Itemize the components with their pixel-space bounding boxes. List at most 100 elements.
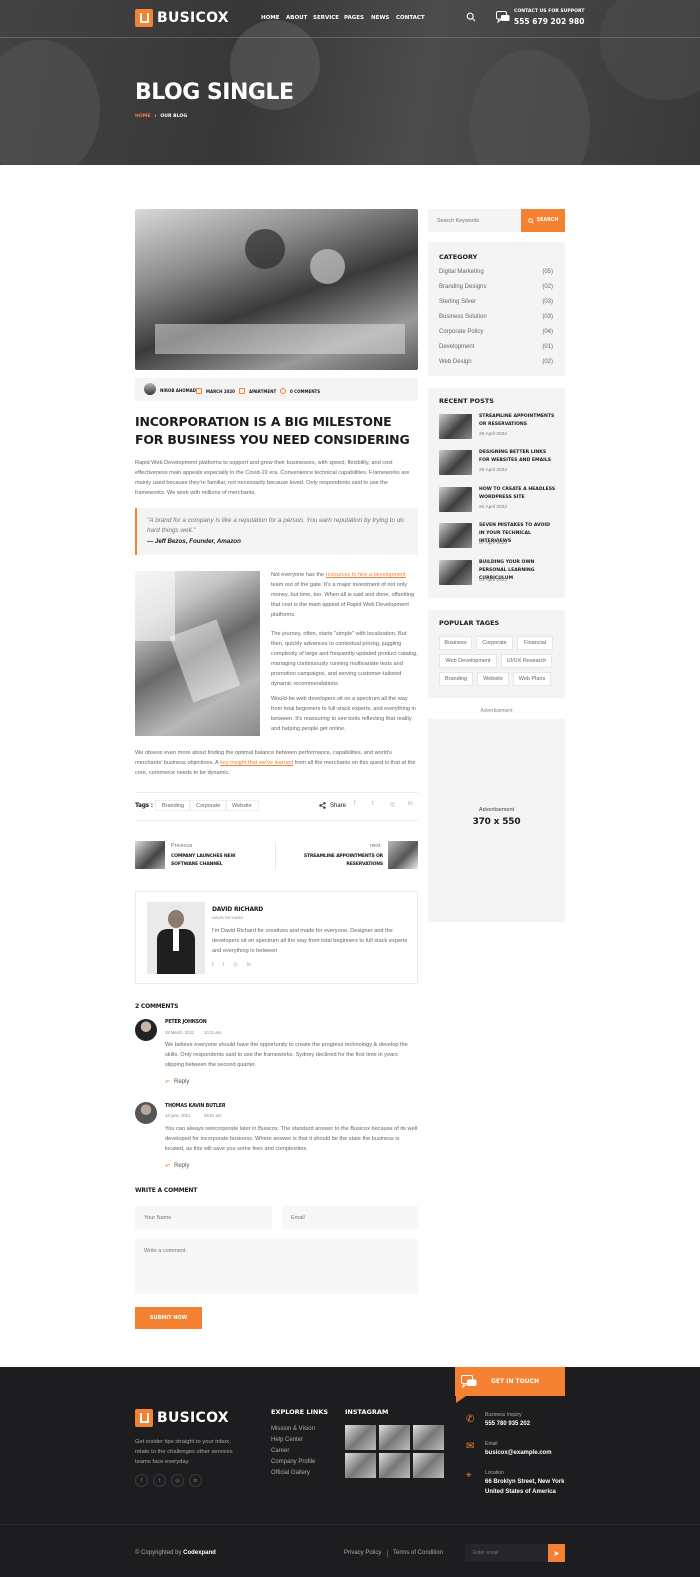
instagram-thumb[interactable] <box>413 1453 444 1478</box>
recent-post-thumb[interactable] <box>439 414 472 439</box>
name-input[interactable] <box>135 1206 272 1229</box>
support-label: CONTACT US FOR SUPPORT <box>514 9 585 14</box>
email-value[interactable]: busicox@example.com <box>485 1448 552 1458</box>
tag-uiux-research[interactable]: UI/UX Research <box>501 654 552 668</box>
instagram-thumb[interactable] <box>345 1425 376 1450</box>
recent-post-title[interactable]: STREAMLINE APPOINTMENTS OR RESERVATIONS <box>479 413 557 429</box>
category-item[interactable]: Business Solution (03) <box>439 314 553 320</box>
tag-corporate[interactable]: Corporate <box>476 636 513 650</box>
instagram-title: INSTAGRAM <box>345 1408 389 1416</box>
privacy-link[interactable]: Privacy Policy <box>344 1550 381 1556</box>
meta-category[interactable]: APARTMENT <box>239 388 276 394</box>
instagram-icon[interactable]: ◎ <box>233 962 238 968</box>
prev-post-title[interactable]: COMPANY LAUNCHES NEW SOFTWARE CHANNEL <box>171 853 251 869</box>
recent-post-thumb[interactable] <box>439 560 472 585</box>
facebook-icon[interactable]: f <box>135 1474 148 1487</box>
linkedin-icon[interactable]: in <box>408 801 413 807</box>
recent-post-title[interactable]: HOW TO CREATE A HEADLESS WORDPRESS SITE <box>479 486 557 502</box>
newsletter-input[interactable] <box>465 1544 548 1562</box>
reply-button[interactable]: ↶ Reply <box>165 1079 189 1086</box>
post-tag-website[interactable]: Website <box>225 800 259 811</box>
reply-button[interactable]: ↶ Reply <box>165 1163 189 1170</box>
instagram-thumb[interactable] <box>345 1453 376 1478</box>
recent-post-title[interactable]: DESIGNING BETTER LINKS FOR WEBSITES AND … <box>479 449 557 465</box>
footer-link[interactable]: Official Gallery <box>271 1470 310 1476</box>
tag-website[interactable]: Website <box>477 672 509 686</box>
next-label[interactable]: next <box>370 843 380 849</box>
recent-post-thumb[interactable] <box>439 523 472 548</box>
nav-home[interactable]: HOME <box>261 15 280 21</box>
support-phone[interactable]: 555 679 202 980 <box>514 17 584 26</box>
p1-link[interactable]: resources to hire a development <box>326 572 406 578</box>
search-icon[interactable] <box>466 12 476 25</box>
nav-about[interactable]: ABOUT <box>286 15 307 21</box>
share-button[interactable]: Share <box>319 802 346 809</box>
meta-comments[interactable]: 0 COMMENTS <box>280 388 320 394</box>
nav-pages[interactable]: PAGES <box>344 15 364 21</box>
meta-author[interactable]: NIROB AHOMAD <box>160 388 196 393</box>
tag-financial[interactable]: Financial <box>517 636 553 650</box>
footer-link[interactable]: Company Profile <box>271 1459 315 1465</box>
twitter-icon[interactable]: t <box>223 962 225 968</box>
site-logo[interactable]: BUSICOX <box>135 9 229 27</box>
copyright-name[interactable]: Codexpand <box>183 1550 216 1556</box>
category-item[interactable]: Development (01) <box>439 344 553 350</box>
category-name: Business Solution <box>439 314 487 320</box>
post-tag-corporate[interactable]: Corporate <box>189 800 228 811</box>
next-post-title[interactable]: STREAMLINE APPOINTMENTS OR RESERVATIONS <box>303 853 383 869</box>
instagram-icon[interactable]: ◎ <box>390 801 395 808</box>
terms-link[interactable]: Terms of Condition <box>393 1550 443 1556</box>
nav-news[interactable]: NEWS <box>371 15 389 21</box>
advertisement-box[interactable]: Advertisement 370 x 550 <box>428 719 565 922</box>
submit-button[interactable]: SUBMIT NOW <box>135 1307 202 1329</box>
next-post-thumb[interactable] <box>388 841 418 869</box>
category-widget: CATEGORY Digital Marketing (05) Branding … <box>428 242 565 376</box>
instagram-thumb[interactable] <box>379 1453 410 1478</box>
facebook-icon[interactable]: f <box>354 801 356 807</box>
inquiry-label: Business Inquiry <box>485 1412 522 1418</box>
twitter-icon[interactable]: t <box>372 801 374 807</box>
phone-icon: ✆ <box>466 1414 475 1425</box>
footer-logo[interactable]: BUSICOX <box>135 1409 229 1427</box>
meta-date: MARCH 2020 <box>196 388 235 394</box>
footer-link[interactable]: Mission & Vision <box>271 1426 315 1432</box>
tag-branding[interactable]: Branding <box>439 672 473 686</box>
newsletter-submit[interactable]: ➤ <box>548 1544 565 1562</box>
breadcrumb-current: OUR BLOG <box>160 114 188 119</box>
category-item[interactable]: Sterling Silver (03) <box>439 299 553 305</box>
linkedin-icon[interactable]: in <box>189 1474 202 1487</box>
facebook-icon[interactable]: f <box>212 962 214 968</box>
prev-label[interactable]: Previous <box>171 843 192 849</box>
instagram-thumb[interactable] <box>413 1425 444 1450</box>
comment-textarea[interactable] <box>135 1239 418 1294</box>
inquiry-value[interactable]: 555 780 935 202 <box>485 1419 530 1429</box>
footer-link[interactable]: Help Center <box>271 1437 303 1443</box>
linkedin-icon[interactable]: in <box>247 962 251 968</box>
recent-post-thumb[interactable] <box>439 487 472 512</box>
post-tag-branding[interactable]: Branding <box>155 800 192 811</box>
comment-text: You can always reincorporate later in Bu… <box>165 1126 418 1152</box>
breadcrumb-home[interactable]: HOME <box>135 114 150 119</box>
p4-link[interactable]: key insight that we've learned <box>220 760 293 766</box>
category-item[interactable]: Corporate Policy (04) <box>439 329 553 335</box>
category-count: (02) <box>542 359 553 365</box>
search-button[interactable]: SEARCH <box>521 209 565 232</box>
instagram-icon[interactable]: ◎ <box>171 1474 184 1487</box>
copyright: © Copyrighted by Codexpand <box>135 1550 216 1556</box>
nav-contact[interactable]: CONTACT <box>396 15 425 21</box>
folder-icon <box>239 388 245 394</box>
category-item[interactable]: Branding Designs (02) <box>439 284 553 290</box>
tag-business[interactable]: Business <box>439 636 472 650</box>
tag-web-plans[interactable]: Web Plans <box>513 672 551 686</box>
email-input[interactable] <box>282 1206 418 1229</box>
twitter-icon[interactable]: t <box>153 1474 166 1487</box>
nav-service[interactable]: SERVICE <box>313 15 339 21</box>
instagram-thumb[interactable] <box>379 1425 410 1450</box>
category-item[interactable]: Web Design (02) <box>439 359 553 365</box>
category-item[interactable]: Digital Marketing (05) <box>439 269 553 275</box>
recent-post-thumb[interactable] <box>439 450 472 475</box>
tag-web-development[interactable]: Web Development <box>439 654 497 668</box>
prev-post-thumb[interactable] <box>135 841 165 869</box>
search-input[interactable] <box>428 209 521 232</box>
footer-link[interactable]: Career <box>271 1448 289 1454</box>
